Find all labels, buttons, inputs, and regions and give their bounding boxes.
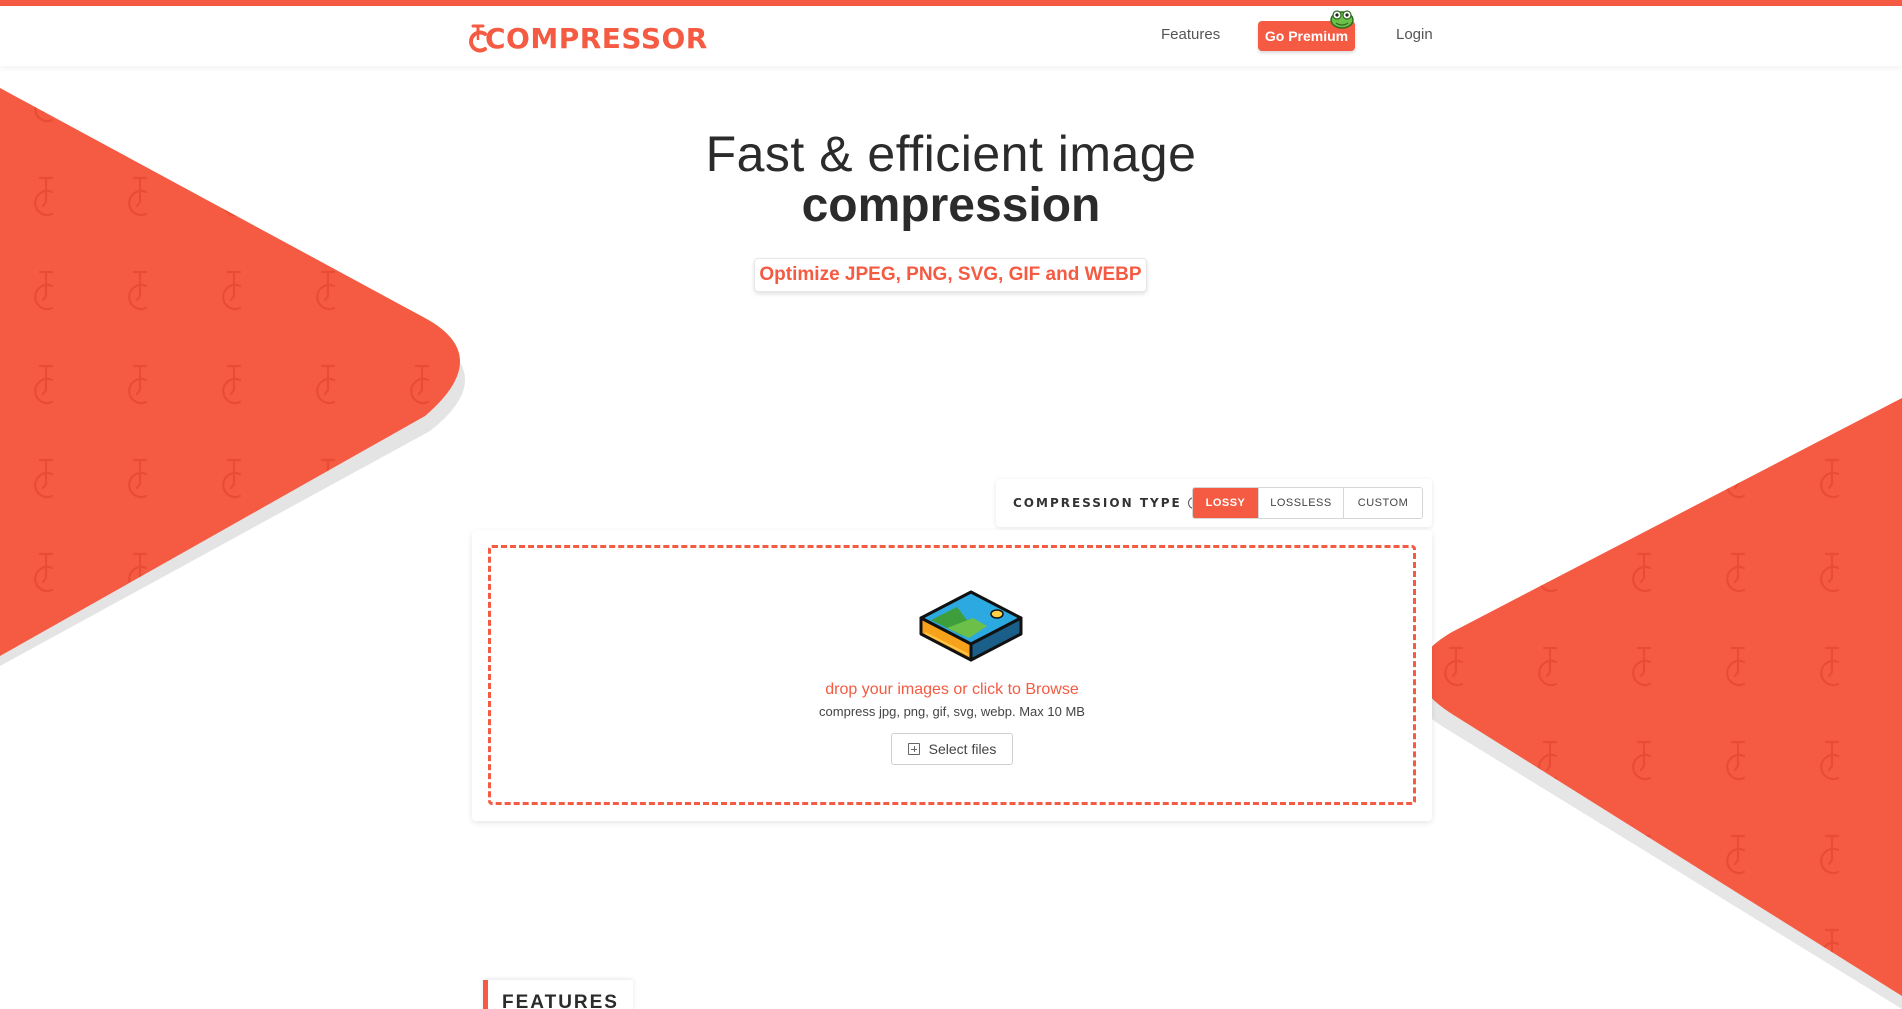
file-dropzone[interactable]: drop your images or click to Browse comp… xyxy=(488,545,1416,805)
nav-features-link[interactable]: Features xyxy=(1161,26,1220,43)
hero-heading: Fast & efficient image compression xyxy=(0,126,1902,230)
select-files-button[interactable]: Select files xyxy=(891,733,1013,765)
compression-type-label: COMPRESSION TYPE ? : xyxy=(1013,496,1211,510)
image-file-icon xyxy=(919,590,1023,662)
nav-login-link[interactable]: Login xyxy=(1396,26,1433,43)
features-section-heading: FEATURES xyxy=(483,980,633,1009)
custom-option-button[interactable]: CUSTOM xyxy=(1344,488,1422,518)
top-navbar: COMPRESSOR Features Go Premium Login xyxy=(0,6,1902,66)
select-files-label: Select files xyxy=(928,741,997,757)
add-file-icon xyxy=(907,743,920,755)
brand-logo[interactable]: COMPRESSOR xyxy=(467,20,708,56)
hero-title-line2: compression xyxy=(801,179,1101,232)
supported-formats-badge: Optimize JPEG, PNG, SVG, GIF and WEBP xyxy=(754,258,1147,292)
upload-panel: drop your images or click to Browse comp… xyxy=(472,530,1432,821)
compression-type-selector: COMPRESSION TYPE ? : LOSSY LOSSLESS CUST… xyxy=(996,479,1432,527)
drop-instructions[interactable]: drop your images or click to Browse xyxy=(491,681,1413,699)
lossy-option-button[interactable]: LOSSY xyxy=(1193,488,1259,518)
hero-title-line1: Fast & efficient image xyxy=(705,126,1197,182)
compression-type-toggle: LOSSY LOSSLESS CUSTOM xyxy=(1192,487,1423,519)
chameleon-mascot-icon xyxy=(1330,10,1354,29)
upload-hint: compress jpg, png, gif, svg, webp. Max 1… xyxy=(819,704,1085,719)
compression-type-text: COMPRESSION TYPE xyxy=(1013,496,1182,510)
lossless-option-button[interactable]: LOSSLESS xyxy=(1259,488,1344,518)
brand-name: COMPRESSOR xyxy=(485,21,708,55)
